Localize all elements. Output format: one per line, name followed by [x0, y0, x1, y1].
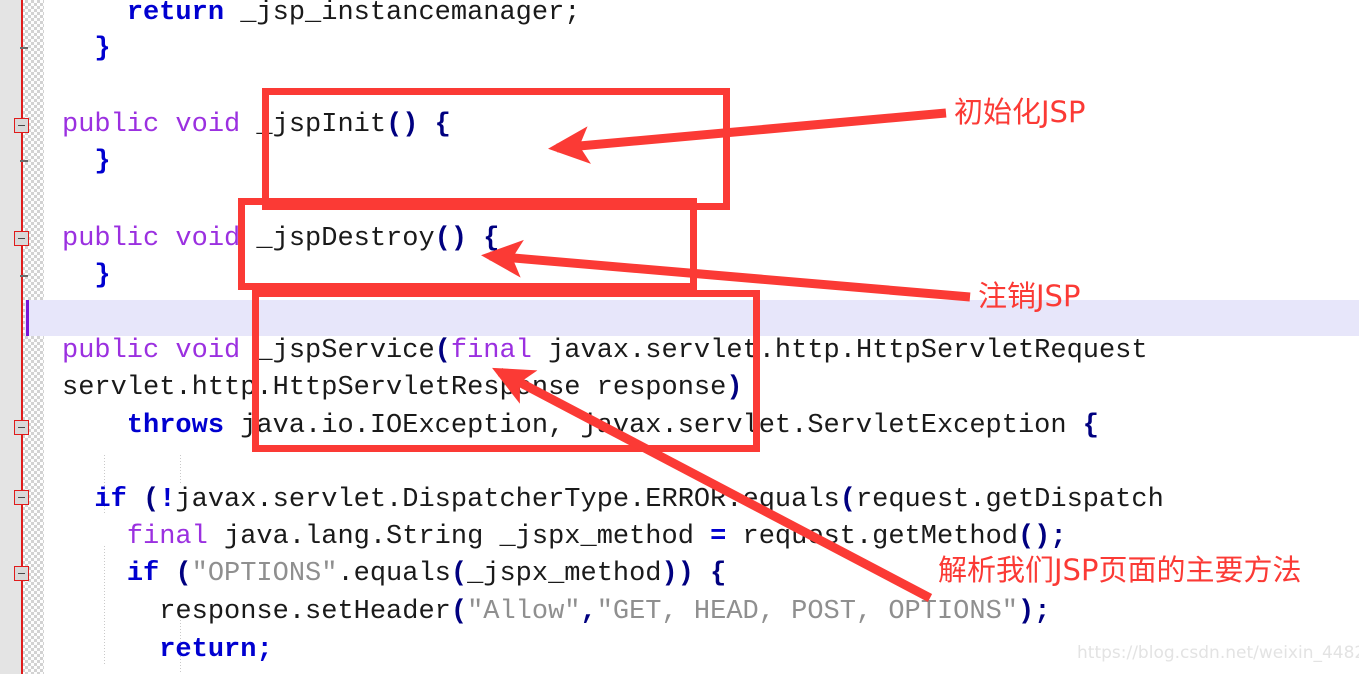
- code-token: return: [159, 635, 257, 665]
- code-token: "Allow": [467, 597, 581, 627]
- annotation-label-jspinit: 初始化JSP: [954, 95, 1086, 129]
- code-token: (: [450, 597, 468, 627]
- code-token: final: [126, 522, 208, 552]
- code-token: }: [94, 34, 111, 64]
- code-token: public void: [62, 224, 241, 254]
- code-token: ;: [1050, 522, 1067, 552]
- code-token: ): [1017, 597, 1035, 627]
- code-token: (: [143, 485, 160, 515]
- code-token: _jsp_instancemanager;: [224, 0, 581, 28]
- line-setheader[interactable]: response.setHeader("Allow","GET, HEAD, P…: [62, 599, 1050, 626]
- code-token: (: [450, 559, 468, 589]
- code-token: request.getMethod: [726, 522, 1018, 552]
- code-token: {: [710, 559, 727, 589]
- code-token: ,: [580, 597, 597, 627]
- code-token: .equals: [337, 559, 451, 589]
- highlight-box-jspservice: [252, 290, 760, 452]
- line-if-options[interactable]: if ("OPTIONS".equals(_jspx_method)) {: [62, 559, 727, 589]
- highlight-box-jspdestroy: [238, 198, 697, 290]
- code-token: "GET, HEAD, POST, OPTIONS": [596, 597, 1018, 627]
- code-token: )): [661, 559, 694, 589]
- code-token: (: [175, 559, 192, 589]
- line-if-dispatchertype[interactable]: if (!javax.servlet.DispatcherType.ERROR.…: [62, 485, 1164, 515]
- code-token: (: [839, 485, 856, 515]
- code-editor-screenshot: return _jsp_instancemanager; } public voi…: [0, 0, 1359, 674]
- code-token: throws: [126, 411, 225, 441]
- highlight-box-jspinit: [262, 88, 730, 210]
- csdn-watermark: https://blog.csdn.net/weixin_44823472: [1077, 643, 1359, 663]
- line-return-instancemanager[interactable]: return _jsp_instancemanager;: [62, 0, 581, 27]
- code-token: response.setHeader: [62, 597, 451, 627]
- code-token: !: [159, 485, 176, 515]
- code-token: ;: [256, 635, 273, 665]
- code-token: public void: [62, 110, 241, 140]
- code-token: {: [1082, 411, 1099, 441]
- code-token: public void: [62, 336, 241, 366]
- code-token: javax.servlet.DispatcherType.ERROR.equal…: [175, 485, 840, 515]
- code-token: if: [126, 559, 160, 589]
- line-close-brace-3[interactable]: }: [62, 261, 111, 291]
- annotation-label-jspdestroy: 注销JSP: [978, 279, 1081, 313]
- code-token: request.getDispatch: [855, 485, 1164, 515]
- code-token: ;: [1034, 597, 1051, 627]
- line-close-brace-2[interactable]: }: [62, 147, 111, 177]
- line-close-brace-1[interactable]: }: [62, 34, 111, 64]
- code-token: }: [94, 147, 111, 177]
- code-token: =: [710, 522, 727, 552]
- line-final-jspx-method[interactable]: final java.lang.String _jspx_method = re…: [62, 524, 1067, 551]
- code-token: if: [94, 485, 127, 515]
- annotation-label-jspservice: 解析我们JSP页面的主要方法: [938, 553, 1302, 587]
- code-token: (): [1017, 522, 1051, 552]
- code-token: "OPTIONS": [191, 559, 338, 589]
- code-token: _jspx_method: [467, 559, 662, 589]
- code-token: return: [126, 0, 225, 28]
- line-return[interactable]: return;: [62, 635, 273, 665]
- code-token: java.lang.String _jspx_method: [207, 522, 711, 552]
- code-token: }: [94, 261, 111, 291]
